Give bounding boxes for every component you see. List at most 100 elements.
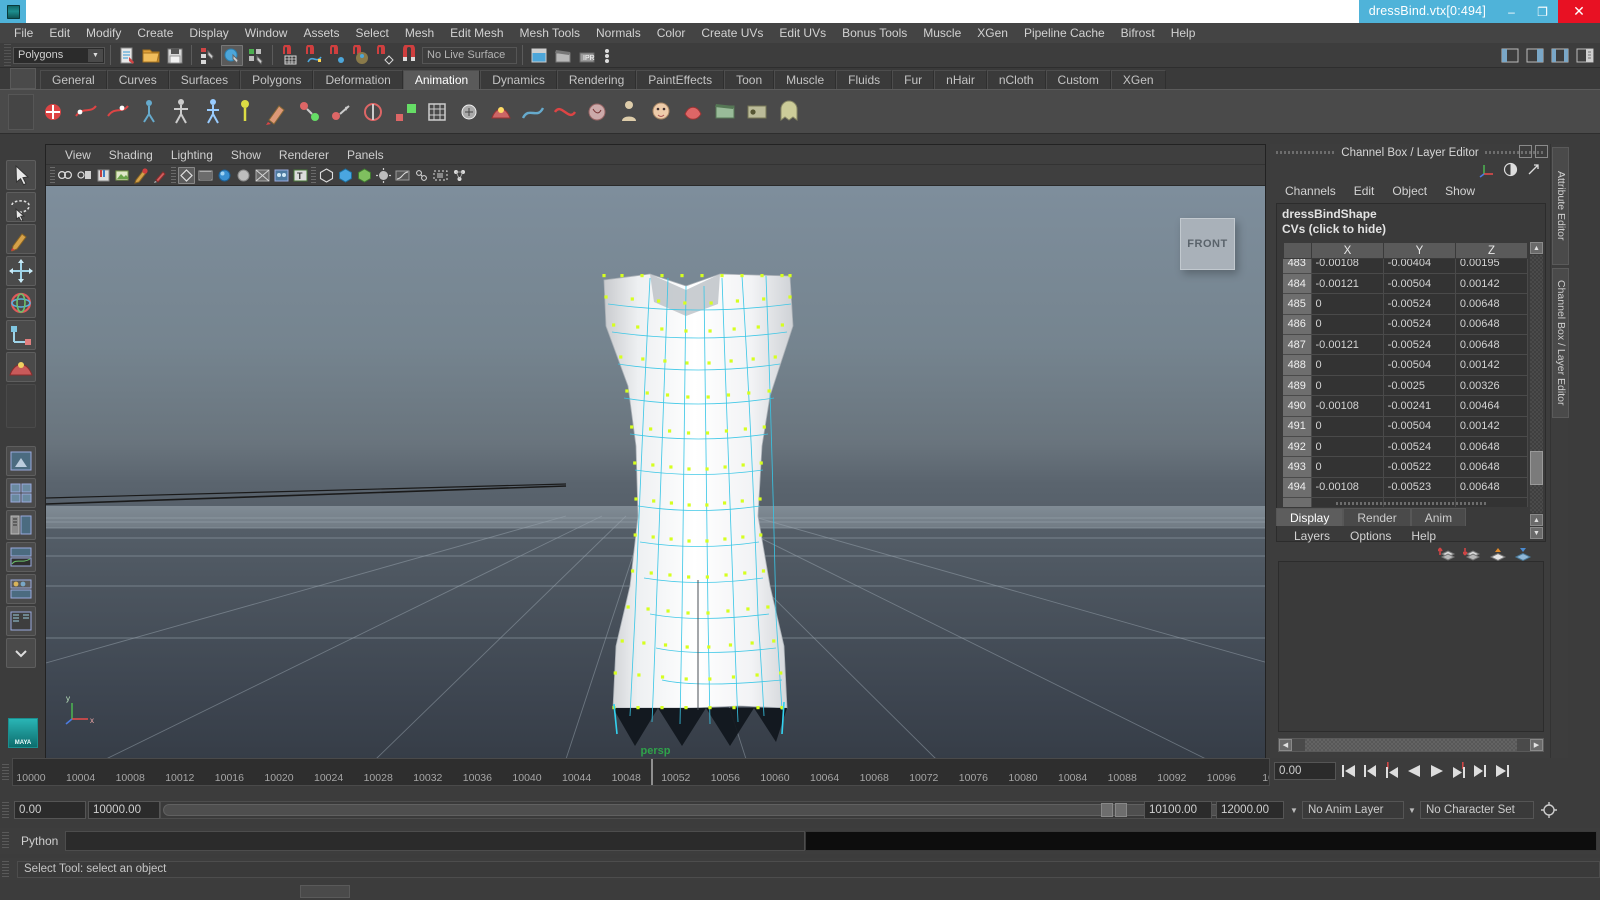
cv-cell-x[interactable]: -0.00121 [1311, 334, 1384, 356]
exposure-icon[interactable] [375, 167, 392, 184]
expand-panel-icon[interactable] [1525, 161, 1542, 181]
cv-row[interactable]: 487 -0.00121 -0.00524 0.00648 [1283, 334, 1528, 356]
menu-item-edit[interactable]: Edit [41, 23, 78, 43]
shelf-tab-xgen[interactable]: XGen [1110, 70, 1166, 89]
shelf-tab-dynamics[interactable]: Dynamics [480, 70, 557, 89]
go-to-start-button[interactable] [1339, 761, 1358, 781]
snap-to-view-plane-icon[interactable] [374, 43, 396, 66]
scroll-up-button[interactable]: ▲ [1530, 242, 1543, 254]
cv-cell-y[interactable]: -0.00523 [1383, 477, 1456, 499]
blendshape-icon[interactable] [486, 96, 516, 128]
menuset-selector[interactable]: Polygons ▼ [13, 46, 105, 64]
viewport-menu-show[interactable]: Show [222, 145, 270, 165]
range-slider-bar[interactable] [160, 801, 1270, 819]
shelf-tab-rendering[interactable]: Rendering [556, 70, 637, 89]
shelf-tab-painteffects[interactable]: PaintEffects [636, 70, 725, 89]
cv-cell-z[interactable]: 0.00195 [1455, 259, 1528, 274]
set-key-rotate-icon[interactable] [102, 96, 132, 128]
layout-persp-graph-editor-button[interactable] [6, 542, 36, 572]
save-scene-icon[interactable] [164, 45, 186, 66]
range-start-field[interactable]: 0.00 [14, 801, 86, 819]
cv-row[interactable]: 488 0 -0.00504 0.00142 [1283, 354, 1528, 376]
cv-cell-y[interactable]: -0.00504 [1383, 354, 1456, 376]
snap-to-point-icon[interactable] [326, 43, 348, 66]
cv-vertical-scrollbar[interactable]: ▲ ▲ ▼ [1530, 242, 1544, 539]
show-hide-editors-icon[interactable] [528, 45, 550, 66]
cv-cell-y[interactable]: -0.00524 [1383, 436, 1456, 458]
new-scene-icon[interactable] [116, 45, 138, 66]
cv-cell-index[interactable]: 489 [1283, 375, 1312, 397]
sculpt-deformer-icon[interactable] [582, 96, 612, 128]
use-all-lights-icon[interactable] [235, 167, 252, 184]
clapper-icon[interactable] [552, 45, 574, 66]
cv-cell-z[interactable]: 0.00648 [1455, 477, 1528, 499]
ipr-icon[interactable] [413, 167, 430, 184]
shelf-tab-toon[interactable]: Toon [724, 70, 775, 89]
menu-item-modify[interactable]: Modify [78, 23, 129, 43]
cv-row[interactable]: 492 0 -0.00524 0.00648 [1283, 436, 1528, 458]
channel-box-menu-show[interactable]: Show [1436, 184, 1484, 198]
cv-cell-x[interactable]: 0 [1311, 416, 1384, 438]
cv-cell-index[interactable]: 492 [1283, 436, 1312, 458]
wire-deformer-icon[interactable] [518, 96, 548, 128]
minimize-button[interactable]: – [1496, 0, 1527, 23]
face-icon[interactable] [646, 96, 676, 128]
bottom-bar-pill[interactable] [300, 885, 350, 898]
animation-preferences-icon[interactable] [1540, 801, 1558, 819]
text-overlay-icon[interactable]: T [292, 167, 309, 184]
snap-to-projected-center-icon[interactable] [350, 43, 372, 66]
constraint-orient-icon[interactable] [358, 96, 388, 128]
viewport-menu-lighting[interactable]: Lighting [162, 145, 222, 165]
layer-scroll-right-button[interactable]: ▶ [1530, 739, 1543, 751]
layer-menu-options[interactable]: Options [1340, 529, 1401, 543]
menu-item-create[interactable]: Create [129, 23, 181, 43]
shelf-tab-muscle[interactable]: Muscle [774, 70, 837, 89]
viewport-toolbar-grip-3[interactable] [311, 166, 316, 184]
range-handle-right[interactable] [1115, 803, 1127, 817]
isolate-select-icon[interactable] [318, 167, 335, 184]
step-back-keyframe-button[interactable] [1361, 761, 1380, 781]
shelf-tab-polygons[interactable]: Polygons [240, 70, 314, 89]
attribute-editor-icon[interactable] [1524, 45, 1546, 66]
restore-button[interactable]: ❐ [1527, 0, 1558, 23]
vertical-tab-attribute-editor[interactable]: Attribute Editor [1552, 147, 1569, 265]
cv-cell-z[interactable]: 0.00648 [1455, 314, 1528, 336]
shadows-icon[interactable] [254, 167, 271, 184]
hardware-texture-icon[interactable] [216, 167, 233, 184]
layout-more-button[interactable] [6, 638, 36, 668]
grease-pencil-icon[interactable] [133, 167, 150, 184]
character-set-caret-icon[interactable]: ▼ [1406, 801, 1418, 819]
menu-item-bonus-tools[interactable]: Bonus Tools [834, 23, 915, 43]
cv-cell-index[interactable]: 487 [1283, 334, 1312, 356]
shelf-tab-fur[interactable]: Fur [892, 70, 935, 89]
cv-row[interactable]: 484 -0.00121 -0.00504 0.00142 [1283, 273, 1528, 295]
cv-cell-index[interactable]: 483 [1283, 259, 1312, 274]
bind-skin-icon[interactable] [198, 96, 228, 128]
cv-row[interactable]: 493 0 -0.00522 0.00648 [1283, 456, 1528, 478]
soft-modification-tool-button[interactable] [6, 352, 36, 382]
cv-cell-x[interactable]: 0 [1311, 314, 1384, 336]
layer-menu-help[interactable]: Help [1401, 529, 1446, 543]
play-backwards-button[interactable] [1405, 761, 1424, 781]
move-tool-button[interactable] [6, 256, 36, 286]
cv-cell-x[interactable]: 0 [1311, 354, 1384, 376]
menu-item-edit-uvs[interactable]: Edit UVs [771, 23, 834, 43]
shelf-tab-custom[interactable]: Custom [1045, 70, 1111, 89]
gamma-icon[interactable] [394, 167, 411, 184]
cv-cell-z[interactable]: 0.00464 [1455, 395, 1528, 417]
tool-settings-icon[interactable] [1549, 45, 1571, 66]
last-tool-used-button[interactable] [6, 384, 36, 428]
render-settings-gear-icon[interactable] [451, 167, 468, 184]
shelf-tab-nhair[interactable]: nHair [934, 70, 987, 89]
cv-cell-y[interactable]: -0.00504 [1383, 273, 1456, 295]
open-scene-icon[interactable] [140, 45, 162, 66]
cv-cell-y[interactable]: -0.00524 [1383, 293, 1456, 315]
joint-icon[interactable] [230, 96, 260, 128]
rotate-tool-button[interactable] [6, 288, 36, 318]
menu-item-normals[interactable]: Normals [588, 23, 649, 43]
menu-item-window[interactable]: Window [237, 23, 296, 43]
shelf-tab-options-icon[interactable] [10, 68, 36, 89]
step-forward-frame-button[interactable] [1449, 761, 1468, 781]
channel-box-menu-edit[interactable]: Edit [1345, 184, 1384, 198]
channel-box-menu-channels[interactable]: Channels [1276, 184, 1345, 198]
